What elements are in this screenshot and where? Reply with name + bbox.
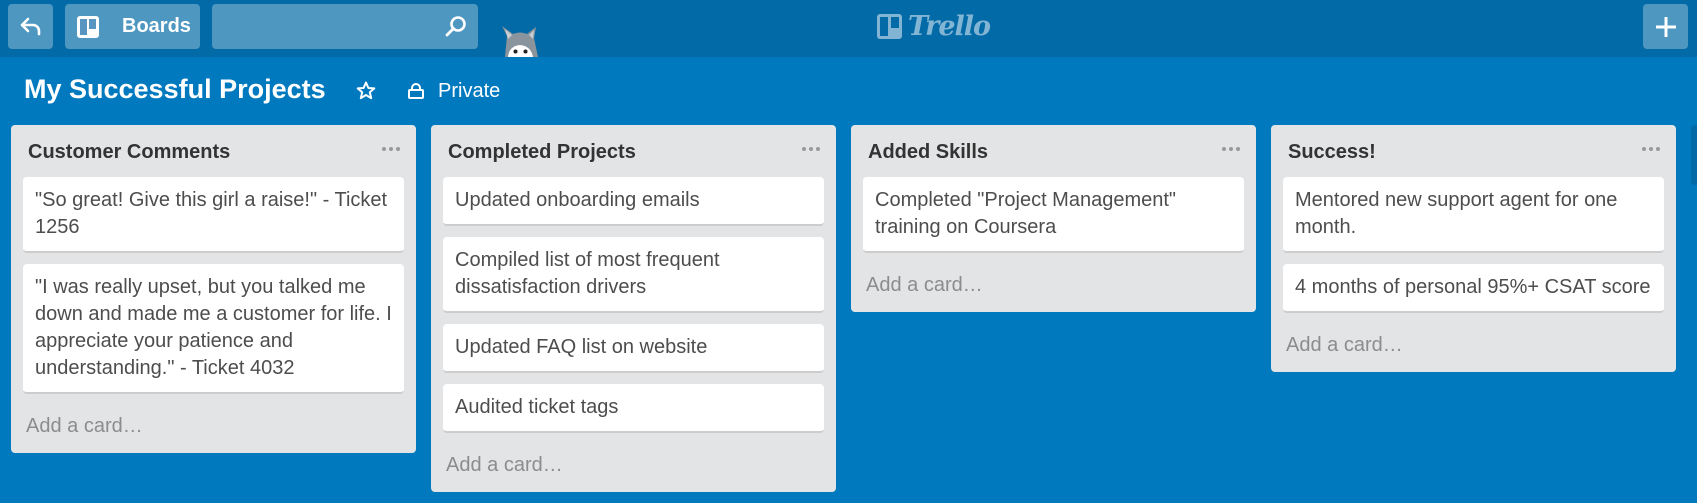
list-title[interactable]: Added Skills: [868, 141, 988, 164]
list-menu-icon[interactable]: [1642, 144, 1660, 154]
card[interactable]: 4 months of personal 95%+ CSAT score: [1283, 264, 1664, 313]
list-customer-comments: Customer Comments "So great! Give this g…: [11, 125, 416, 453]
card[interactable]: Audited ticket tags: [443, 384, 824, 433]
list-header: Completed Projects: [431, 125, 836, 177]
search-input[interactable]: [212, 4, 478, 49]
list-title[interactable]: Completed Projects: [448, 141, 636, 164]
back-arrow-icon: [20, 17, 40, 35]
search-box[interactable]: [212, 4, 478, 49]
lock-icon: [408, 83, 424, 99]
board-header: My Successful Projects Private: [0, 70, 1697, 110]
list-header: Success!: [1271, 125, 1676, 177]
list-success: Success! Mentored new support agent for …: [1271, 125, 1676, 372]
list-completed-projects: Completed Projects Updated onboarding em…: [431, 125, 836, 492]
card[interactable]: Updated FAQ list on website: [443, 324, 824, 373]
privacy-button[interactable]: Private: [407, 78, 500, 104]
add-card-button[interactable]: Add a card…: [1271, 324, 1676, 372]
search-icon[interactable]: [444, 15, 468, 39]
back-button[interactable]: [8, 4, 53, 49]
boards-label: Boards: [122, 15, 191, 37]
card[interactable]: Mentored new support agent for one month…: [1283, 177, 1664, 253]
trello-logo[interactable]: Trello: [877, 10, 991, 42]
plus-icon: [1655, 16, 1676, 37]
card[interactable]: "I was really upset, but you talked me d…: [23, 264, 404, 394]
list-title[interactable]: Customer Comments: [28, 141, 230, 164]
board-title[interactable]: My Successful Projects: [24, 74, 326, 105]
logo-text: Trello: [908, 10, 991, 42]
list-menu-icon[interactable]: [1222, 144, 1240, 154]
trello-logo-icon: [877, 13, 902, 39]
trello-board-icon: [77, 15, 99, 38]
list-added-skills: Added Skills Completed "Project Manageme…: [851, 125, 1256, 312]
add-card-button[interactable]: Add a card…: [431, 444, 836, 492]
list-header: Customer Comments: [11, 125, 416, 177]
card[interactable]: Compiled list of most frequent dissatisf…: [443, 237, 824, 313]
card[interactable]: Completed "Project Management" training …: [863, 177, 1244, 253]
husky-mascot-icon: [502, 26, 538, 57]
add-card-button[interactable]: Add a card…: [11, 405, 416, 453]
card[interactable]: Updated onboarding emails: [443, 177, 824, 226]
list-menu-icon[interactable]: [382, 144, 400, 154]
add-card-button[interactable]: Add a card…: [851, 264, 1256, 312]
add-button[interactable]: [1643, 4, 1688, 49]
card[interactable]: "So great! Give this girl a raise!" - Ti…: [23, 177, 404, 253]
top-header: Boards Trello: [0, 0, 1697, 57]
list-menu-icon[interactable]: [802, 144, 820, 154]
list-title[interactable]: Success!: [1288, 141, 1376, 164]
boards-button[interactable]: Boards: [65, 4, 200, 49]
add-list-placeholder[interactable]: [1691, 125, 1697, 185]
star-icon[interactable]: [356, 81, 376, 101]
privacy-label: Private: [438, 79, 501, 102]
list-header: Added Skills: [851, 125, 1256, 177]
